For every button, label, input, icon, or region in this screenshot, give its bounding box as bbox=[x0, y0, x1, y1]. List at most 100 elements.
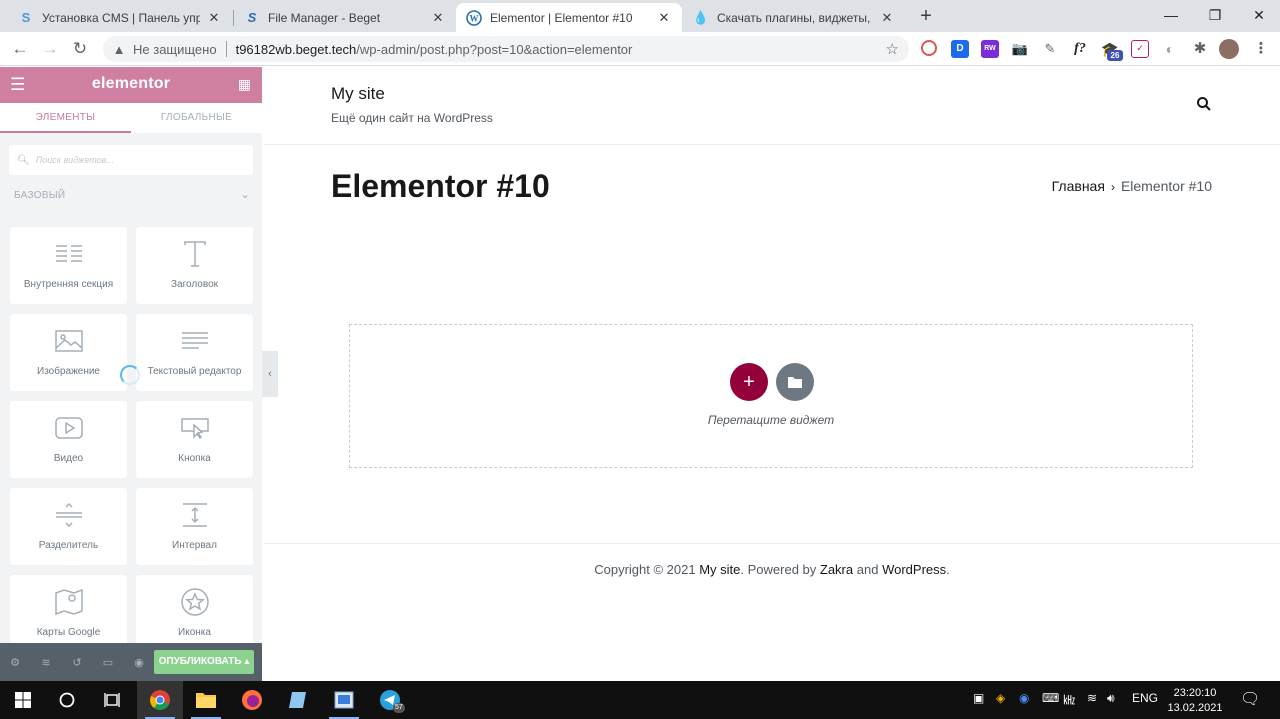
picker-extension-icon[interactable]: ✎ bbox=[1041, 40, 1059, 58]
image-icon bbox=[10, 326, 127, 356]
extension-d-icon[interactable]: D bbox=[951, 40, 969, 58]
address-bar[interactable]: ▲ Не защищено t96182wb.beget.tech/wp-adm… bbox=[103, 36, 909, 62]
extensions-puzzle-icon[interactable]: ✱ bbox=[1191, 40, 1209, 58]
task-view-icon[interactable] bbox=[90, 681, 136, 719]
tray-security-icon[interactable]: ◈ bbox=[996, 691, 1005, 705]
widget-image[interactable]: Изображение bbox=[10, 314, 127, 391]
widget-google-maps[interactable]: Карты Google bbox=[10, 575, 127, 652]
speed-extension-icon[interactable]: ◐ bbox=[1161, 40, 1179, 58]
copyright-text: Copyright © 2021 bbox=[594, 562, 696, 577]
ime-icon[interactable]: ㎑ bbox=[1063, 691, 1075, 708]
beget-icon: S bbox=[21, 10, 31, 25]
empty-section-dropzone[interactable] bbox=[349, 324, 1193, 468]
file-explorer-icon[interactable] bbox=[183, 681, 229, 719]
footer-site-link[interactable]: My site bbox=[699, 562, 740, 577]
tab-cms-install[interactable]: S Установка CMS | Панель управ ✕ bbox=[8, 3, 232, 32]
widget-label: Иконка bbox=[178, 627, 211, 638]
telegram-badge: 57 bbox=[393, 703, 405, 713]
reload-button[interactable]: ↻ bbox=[68, 38, 92, 60]
footer-theme-link[interactable]: Zakra bbox=[820, 562, 853, 577]
breadcrumb-home[interactable]: Главная bbox=[1052, 178, 1105, 194]
chrome-taskbar-icon[interactable] bbox=[137, 681, 183, 719]
widget-button[interactable]: Кнопка bbox=[136, 401, 253, 478]
tab-elements[interactable]: ЭЛЕМЕНТЫ bbox=[0, 103, 131, 133]
menu-kebab-icon[interactable]: ⋮ bbox=[1252, 40, 1270, 58]
close-tab-icon[interactable]: ✕ bbox=[430, 10, 446, 26]
keyboard-icon[interactable]: ⌨ bbox=[1042, 691, 1059, 705]
windows-taskbar: 57 ▣ ◈ ◉ ⌨ ㎑ ≋ 🔊︎ ENG 🗨︎ bbox=[0, 681, 1280, 719]
search-placeholder: Поиск виджетов... bbox=[35, 155, 114, 165]
collapse-panel-button[interactable]: ‹ bbox=[262, 351, 278, 397]
browser-tab-strip: S Установка CMS | Панель управ ✕ S File … bbox=[0, 0, 1280, 32]
star-icon bbox=[136, 587, 253, 617]
navigator-layers-icon[interactable]: ≋ bbox=[39, 656, 53, 670]
drop-hint: Перетащите виджет bbox=[707, 413, 835, 427]
close-tab-icon[interactable]: ✕ bbox=[206, 10, 222, 26]
add-template-button[interactable] bbox=[776, 363, 814, 401]
spacer-icon bbox=[136, 500, 253, 530]
publish-button[interactable]: ОПУБЛИКОВАТЬ ▴ bbox=[154, 650, 254, 674]
new-tab-button[interactable]: + bbox=[915, 5, 937, 27]
tray-network-app-icon[interactable]: ◉ bbox=[1019, 691, 1029, 705]
widget-heading[interactable]: Заголовок bbox=[136, 227, 253, 304]
tray-app-icon[interactable]: ▣ bbox=[973, 691, 984, 705]
svg-text:W: W bbox=[470, 13, 479, 23]
widget-spacer[interactable]: Интервал bbox=[136, 488, 253, 565]
close-tab-icon[interactable]: ✕ bbox=[656, 10, 672, 26]
tab-file-manager[interactable]: S File Manager - Beget ✕ bbox=[234, 3, 456, 32]
notifications-icon[interactable]: 🗨︎ bbox=[1240, 689, 1260, 709]
tab-global[interactable]: ГЛОБАЛЬНЫЕ bbox=[131, 103, 262, 133]
pocket-extension-icon[interactable]: ✓ bbox=[1131, 40, 1149, 58]
extension-record-icon[interactable] bbox=[921, 40, 937, 56]
widget-divider[interactable]: Разделитель bbox=[10, 488, 127, 565]
search-icon[interactable] bbox=[1196, 96, 1212, 117]
preview-eye-icon[interactable]: ◉ bbox=[132, 656, 146, 670]
divider-icon bbox=[10, 500, 127, 530]
close-tab-icon[interactable]: ✕ bbox=[879, 10, 895, 26]
widget-text-editor[interactable]: Текстовый редактор bbox=[136, 314, 253, 391]
image-viewer-icon[interactable] bbox=[321, 681, 367, 719]
breadcrumb: Главная › Elementor #10 bbox=[1052, 178, 1212, 194]
category-header-basic[interactable]: БАЗОВЫЙ ⌄ bbox=[14, 189, 250, 201]
add-section-button[interactable]: + bbox=[730, 363, 768, 401]
widget-label: Видео bbox=[53, 453, 84, 464]
widget-search-input[interactable]: 🔍︎ Поиск виджетов... bbox=[9, 145, 253, 175]
minimize-button[interactable]: — bbox=[1150, 0, 1192, 32]
forward-button[interactable]: → bbox=[38, 38, 62, 60]
bookmark-star-icon[interactable]: ☆ bbox=[886, 40, 899, 58]
history-icon[interactable]: ↺ bbox=[70, 656, 84, 670]
responsive-desktop-icon[interactable]: ▭ bbox=[101, 656, 115, 670]
tab-elementor[interactable]: W Elementor | Elementor #10 ✕ bbox=[456, 3, 682, 32]
widget-video[interactable]: Видео bbox=[10, 401, 127, 478]
widget-icon[interactable]: Иконка bbox=[136, 575, 253, 652]
back-button[interactable]: ← bbox=[8, 38, 32, 60]
restore-button[interactable]: ❐ bbox=[1194, 0, 1236, 32]
security-status[interactable]: Не защищено bbox=[133, 42, 217, 57]
camera-extension-icon[interactable]: 📷 bbox=[1011, 40, 1029, 58]
inner-section-icon bbox=[10, 239, 127, 269]
volume-icon[interactable]: 🔊︎ bbox=[1107, 691, 1115, 706]
widget-inner-section[interactable]: Внутренняя секция bbox=[10, 227, 127, 304]
footer-cms-link[interactable]: WordPress bbox=[882, 562, 946, 577]
widget-label: Текстовый редактор bbox=[147, 366, 242, 377]
site-title[interactable]: My site bbox=[331, 84, 385, 104]
windows-start-icon[interactable] bbox=[0, 681, 46, 719]
tab-plugins-download[interactable]: 💧 Скачать плагины, виджеты, мод ✕ bbox=[683, 3, 905, 32]
wifi-icon[interactable]: ≋ bbox=[1087, 691, 1097, 705]
extension-rw-icon[interactable]: RW bbox=[981, 40, 999, 58]
chevron-down-icon: ⌄ bbox=[240, 189, 250, 201]
input-language[interactable]: ENG bbox=[1132, 691, 1158, 705]
search-circle-icon[interactable] bbox=[44, 681, 90, 719]
powered-text: . Powered by bbox=[740, 562, 817, 577]
font-finder-extension-icon[interactable]: f? bbox=[1071, 40, 1089, 58]
widgets-grid-icon[interactable]: ▦ bbox=[238, 76, 251, 93]
close-window-button[interactable]: ✕ bbox=[1238, 0, 1280, 32]
taskbar-clock[interactable]: 23:20:10 13.02.2021 bbox=[1166, 686, 1224, 716]
notepad-icon[interactable] bbox=[275, 681, 321, 719]
warning-icon[interactable]: ▲ bbox=[111, 42, 127, 57]
clock-date: 13.02.2021 bbox=[1167, 702, 1223, 714]
settings-gear-icon[interactable]: ⚙ bbox=[8, 656, 22, 670]
profile-avatar[interactable] bbox=[1219, 39, 1239, 59]
firefox-icon[interactable] bbox=[229, 681, 275, 719]
telegram-icon[interactable]: 57 bbox=[367, 681, 413, 719]
